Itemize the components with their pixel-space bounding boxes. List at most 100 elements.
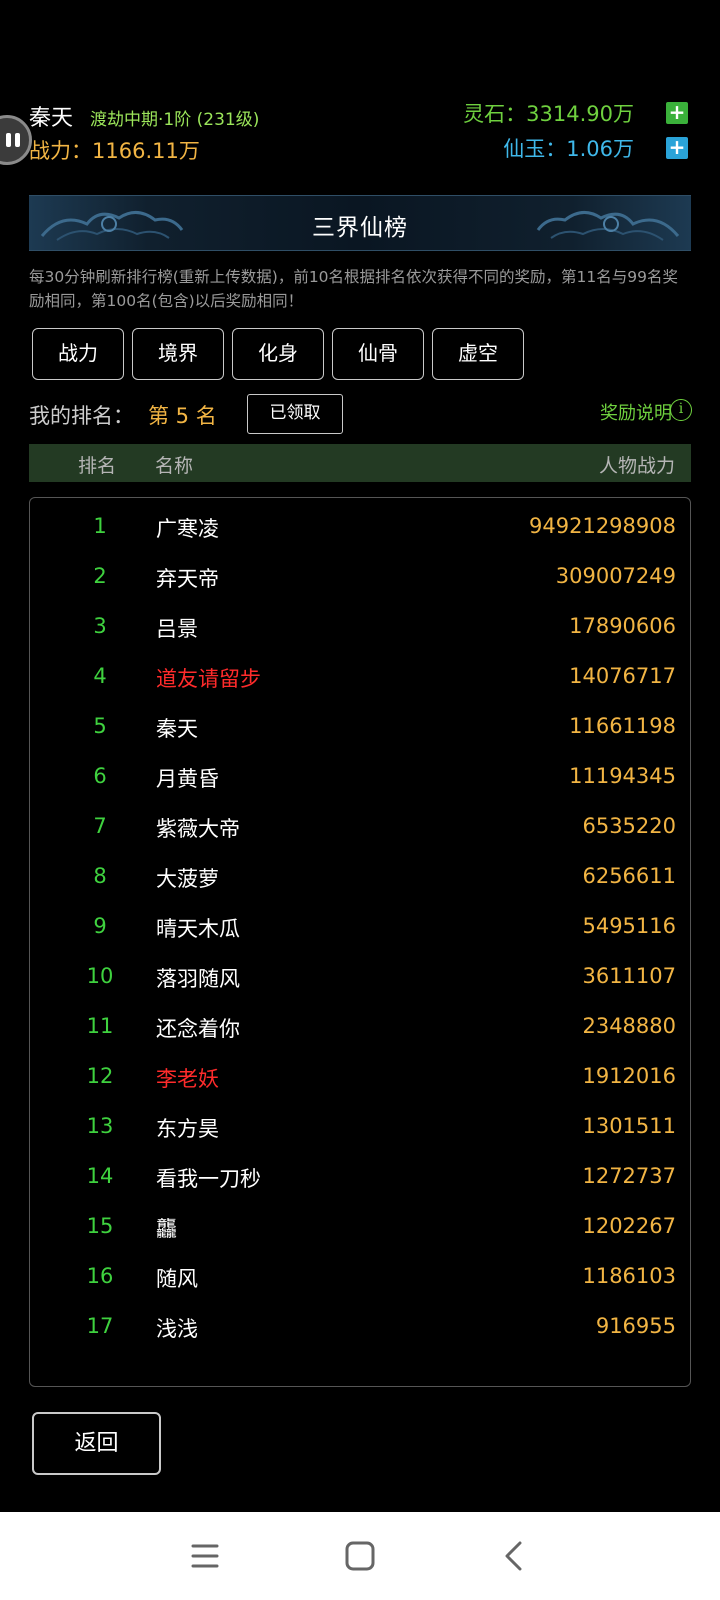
ranking-list[interactable]: 1 广寒凌 94921298908 2 弃天帝 309007249 3 吕景 1… xyxy=(29,497,691,1387)
xianyu-amount: 仙玉：1.06万 xyxy=(503,137,634,161)
tab-immortal-bone[interactable]: 仙骨 xyxy=(332,328,424,380)
my-rank-value: 第 5 名 xyxy=(148,404,217,428)
table-row[interactable]: 7 紫薇大帝 6535220 xyxy=(30,802,690,852)
row-power: 916955 xyxy=(595,1314,676,1338)
row-power: 94921298908 xyxy=(529,514,676,538)
table-row[interactable]: 14 看我一刀秒 1272737 xyxy=(30,1152,690,1202)
row-power: 17890606 xyxy=(569,614,676,638)
row-rank: 13 xyxy=(86,1114,114,1138)
row-rank: 15 xyxy=(86,1214,114,1238)
reward-info-link[interactable]: 奖励说明 xyxy=(600,399,672,425)
row-power: 3611107 xyxy=(582,964,676,988)
row-rank: 17 xyxy=(86,1314,114,1338)
table-row[interactable]: 6 月黄昏 11194345 xyxy=(30,752,690,802)
row-rank: 16 xyxy=(86,1264,114,1288)
row-name: 东方昊 xyxy=(156,1117,219,1141)
table-row[interactable]: 2 弃天帝 309007249 xyxy=(30,552,690,602)
row-name: 大菠萝 xyxy=(156,867,219,891)
row-power: 11194345 xyxy=(569,764,676,788)
tab-avatar[interactable]: 化身 xyxy=(232,328,324,380)
claimed-button[interactable]: 已领取 xyxy=(247,394,343,434)
row-power: 1272737 xyxy=(582,1164,676,1188)
ranking-description: 每30分钟刷新排行榜(重新上传数据)，前10名根据排名依次获得不同的奖励，第11… xyxy=(29,268,678,310)
row-name: 随风 xyxy=(156,1267,198,1291)
assistant-eye-icon xyxy=(6,133,11,147)
header-name: 名称 xyxy=(155,455,194,477)
row-rank: 14 xyxy=(86,1164,114,1188)
row-name: 还念着你 xyxy=(156,1017,240,1041)
recent-apps-icon[interactable] xyxy=(183,1534,227,1578)
table-row[interactable]: 3 吕景 17890606 xyxy=(30,602,690,652)
tab-realm[interactable]: 境界 xyxy=(132,328,224,380)
back-nav-icon[interactable] xyxy=(493,1534,537,1578)
row-name: 龘 xyxy=(156,1217,177,1241)
row-rank: 7 xyxy=(93,814,107,838)
home-icon[interactable] xyxy=(338,1534,382,1578)
table-row[interactable]: 15 龘 1202267 xyxy=(30,1202,690,1252)
table-row[interactable]: 16 随风 1186103 xyxy=(30,1252,690,1302)
row-rank: 9 xyxy=(93,914,107,938)
add-xianyu-button[interactable]: + xyxy=(666,137,688,159)
table-row[interactable]: 13 东方昊 1301511 xyxy=(30,1102,690,1152)
table-row[interactable]: 4 道友请留步 14076717 xyxy=(30,652,690,702)
row-power: 14076717 xyxy=(569,664,676,688)
player-name: 秦天 xyxy=(29,106,74,131)
floating-assistant-button[interactable] xyxy=(0,115,32,165)
row-rank: 1 xyxy=(93,514,107,538)
row-power: 1912016 xyxy=(582,1064,676,1088)
row-name: 紫薇大帝 xyxy=(156,817,240,841)
row-name: 弃天帝 xyxy=(156,567,219,591)
table-header: 排名 名称 人物战力 xyxy=(29,444,691,482)
row-name: 浅浅 xyxy=(156,1317,198,1341)
row-name: 落羽随风 xyxy=(156,967,240,991)
cloud-ornament-icon xyxy=(536,211,680,241)
table-row[interactable]: 17 浅浅 916955 xyxy=(30,1302,690,1352)
row-name: 道友请留步 xyxy=(156,667,261,691)
row-power: 309007249 xyxy=(555,564,676,588)
row-name: 月黄昏 xyxy=(156,767,219,791)
row-name: 吕景 xyxy=(156,617,198,641)
add-lingshi-button[interactable]: + xyxy=(666,102,688,124)
row-power: 1186103 xyxy=(582,1264,676,1288)
row-power: 1301511 xyxy=(582,1114,676,1138)
my-rank-label: 我的排名： xyxy=(29,404,134,428)
row-power: 11661198 xyxy=(569,714,676,738)
row-name: 秦天 xyxy=(156,717,198,741)
row-rank: 4 xyxy=(93,664,107,688)
assistant-eye-icon xyxy=(15,133,20,147)
player-header: 秦天 渡劫中期·1阶 (231级) 战力：1166.11万 灵石：3314.90… xyxy=(0,95,720,170)
info-icon[interactable]: i xyxy=(670,399,692,421)
row-power: 2348880 xyxy=(582,1014,676,1038)
row-power: 6256611 xyxy=(582,864,676,888)
back-button[interactable]: 返回 xyxy=(32,1412,161,1475)
header-power: 人物战力 xyxy=(598,455,675,477)
row-name: 晴天木瓜 xyxy=(156,917,240,941)
row-power: 1202267 xyxy=(582,1214,676,1238)
row-name: 李老妖 xyxy=(156,1067,219,1091)
player-power: 战力：1166.11万 xyxy=(29,139,200,163)
title-banner: 三界仙榜 xyxy=(29,195,691,251)
table-row[interactable]: 10 落羽随风 3611107 xyxy=(30,952,690,1002)
row-name: 看我一刀秒 xyxy=(156,1167,261,1191)
row-rank: 6 xyxy=(93,764,107,788)
table-row[interactable]: 8 大菠萝 6256611 xyxy=(30,852,690,902)
row-rank: 11 xyxy=(86,1014,114,1038)
table-row[interactable]: 12 李老妖 1912016 xyxy=(30,1052,690,1102)
lingshi-amount: 灵石：3314.90万 xyxy=(463,102,634,126)
table-row[interactable]: 5 秦天 11661198 xyxy=(30,702,690,752)
row-rank: 3 xyxy=(93,614,107,638)
row-rank: 2 xyxy=(93,564,107,588)
row-rank: 8 xyxy=(93,864,107,888)
tab-void[interactable]: 虚空 xyxy=(432,328,524,380)
row-rank: 10 xyxy=(86,964,114,988)
table-row[interactable]: 9 晴天木瓜 5495116 xyxy=(30,902,690,952)
row-power: 5495116 xyxy=(582,914,676,938)
row-name: 广寒凌 xyxy=(156,517,219,541)
system-navigation-bar xyxy=(0,1512,720,1600)
tab-power[interactable]: 战力 xyxy=(32,328,124,380)
row-rank: 5 xyxy=(93,714,107,738)
table-row[interactable]: 11 还念着你 2348880 xyxy=(30,1002,690,1052)
player-realm: 渡劫中期·1阶 (231级) xyxy=(90,110,260,130)
header-rank: 排名 xyxy=(78,455,117,477)
table-row[interactable]: 1 广寒凌 94921298908 xyxy=(30,502,690,552)
